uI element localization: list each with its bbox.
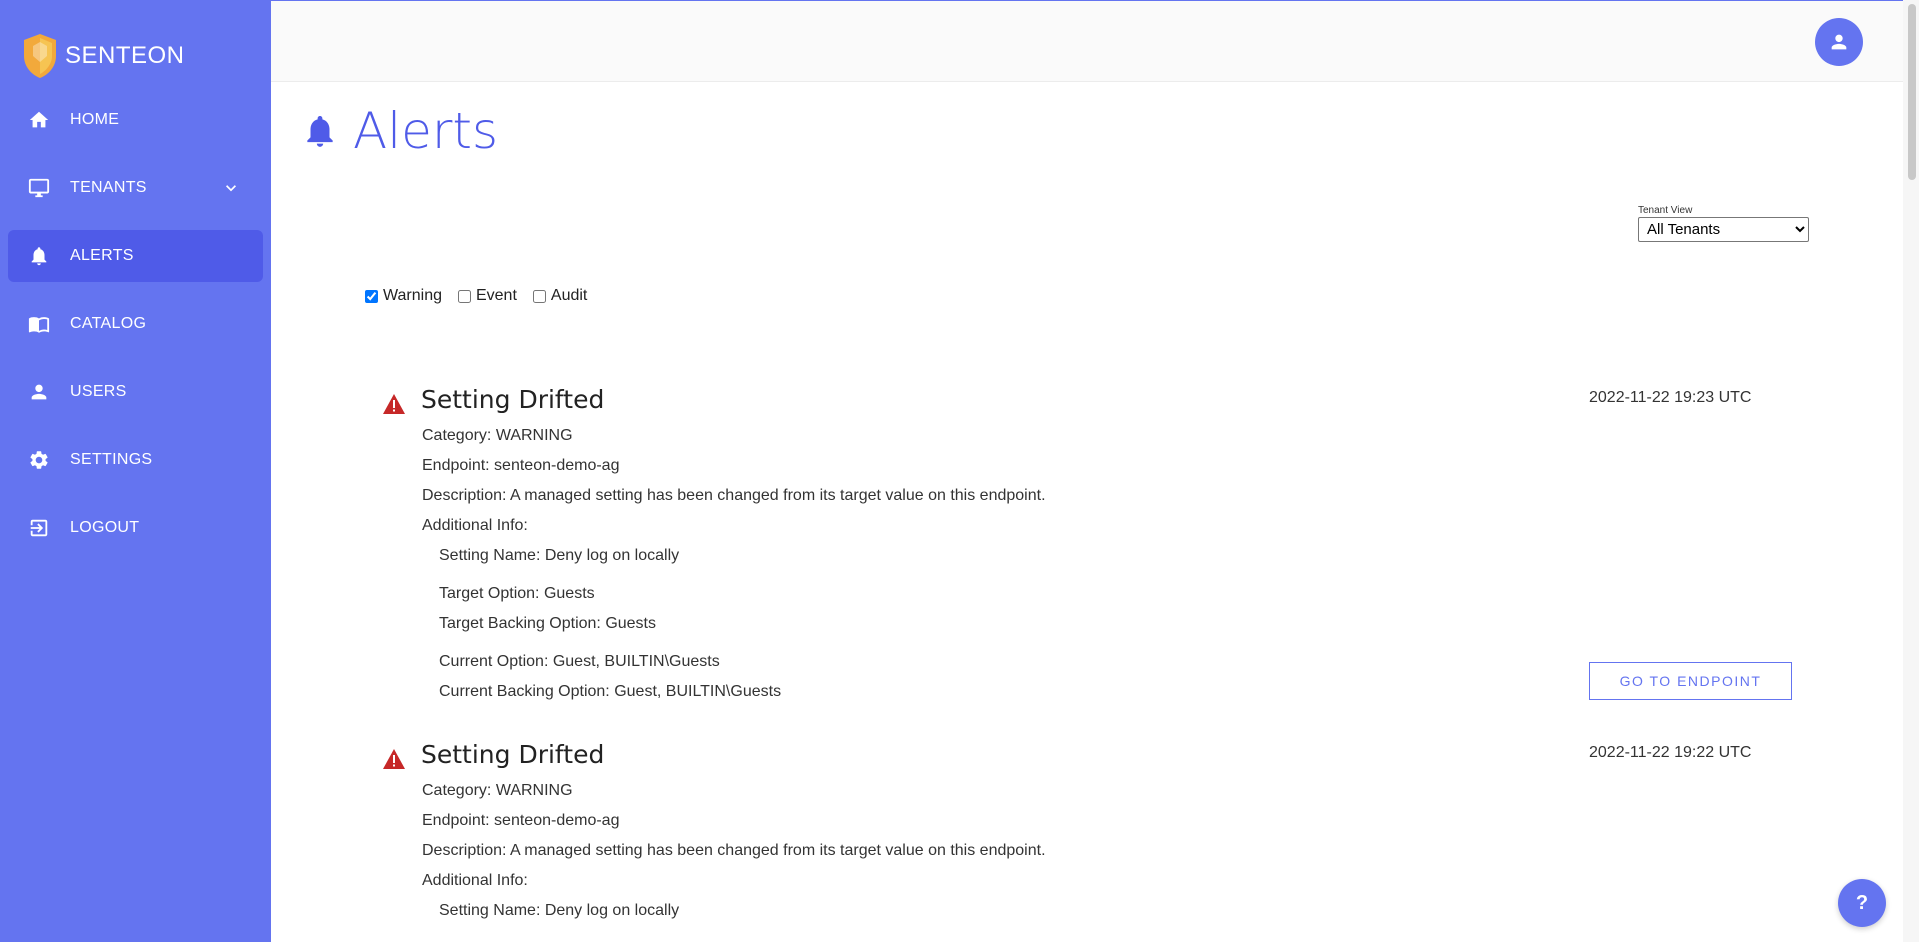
sidebar-item-logout[interactable]: LOGOUT <box>8 502 263 554</box>
warning-icon <box>382 393 406 415</box>
sidebar-item-label: LOGOUT <box>70 519 140 536</box>
alert-current-option: Current Option: Guest, BUILTIN\Guests <box>439 653 720 670</box>
tenant-view-label: Tenant View <box>1638 205 1693 216</box>
monitor-icon <box>27 176 51 200</box>
tenant-view-select[interactable]: All Tenants <box>1638 217 1809 242</box>
warning-checkbox[interactable] <box>365 289 378 303</box>
filter-label: Audit <box>550 287 588 304</box>
logout-icon <box>27 516 51 540</box>
event-checkbox[interactable] <box>457 289 471 303</box>
bell-icon <box>27 244 51 268</box>
user-icon <box>1831 34 1847 50</box>
alert-setting-name: Setting Name: Deny log on locally <box>439 902 680 919</box>
audit-checkbox[interactable] <box>532 289 546 303</box>
scrollbar-thumb[interactable] <box>1908 4 1916 180</box>
warning-icon <box>382 748 406 770</box>
alert-title: Setting Drifted <box>421 385 605 414</box>
page-scrollbar[interactable] <box>1903 0 1919 942</box>
sidebar-item-users[interactable]: USERS <box>8 366 263 418</box>
gear-icon <box>27 448 51 472</box>
help-button[interactable]: ? <box>1838 879 1886 927</box>
alert-card: Setting Drifted 2022-11-22 19:22 UTC Cat… <box>382 740 1802 940</box>
top-bar <box>271 0 1903 82</box>
user-avatar-button[interactable] <box>1815 18 1863 66</box>
sidebar: SENTEON HOME TENANTS ALERTS CATALOG USER… <box>0 0 271 942</box>
user-icon <box>27 380 51 404</box>
sidebar-item-label: HOME <box>70 111 120 128</box>
sidebar-item-home[interactable]: HOME <box>8 94 263 146</box>
alert-additional-info: Additional Info: <box>422 517 528 534</box>
filter-warning[interactable]: Warning <box>365 287 442 305</box>
brand-name: SENTEON <box>65 42 185 69</box>
page-title-text: Alerts <box>353 102 499 160</box>
sidebar-item-label: TENANTS <box>70 179 147 196</box>
chevron-down-icon[interactable] <box>221 178 241 198</box>
alert-title: Setting Drifted <box>421 740 605 769</box>
alert-endpoint: Endpoint: senteon-demo-ag <box>422 812 620 829</box>
alert-target-option: Target Option: Guests <box>439 585 595 602</box>
alert-endpoint: Endpoint: senteon-demo-ag <box>422 457 620 474</box>
alert-timestamp: 2022-11-22 19:23 UTC <box>1589 389 1752 406</box>
senteon-logo-icon <box>24 34 56 78</box>
tenant-view: Tenant View All Tenants <box>1638 205 1809 242</box>
alert-target-backing: Target Backing Option: Guests <box>439 615 656 632</box>
home-icon <box>27 108 51 132</box>
filter-label: Warning <box>383 287 442 304</box>
alert-category: Category: WARNING <box>422 427 573 444</box>
alert-current-backing: Current Backing Option: Guest, BUILTIN\G… <box>439 683 782 700</box>
main-content: Alerts Tenant View All Tenants Warning E… <box>271 82 1903 942</box>
sidebar-item-alerts[interactable]: ALERTS <box>8 230 263 282</box>
filter-audit[interactable]: Audit <box>532 287 588 305</box>
alert-timestamp: 2022-11-22 19:22 UTC <box>1589 744 1752 761</box>
sidebar-item-label: USERS <box>70 383 127 400</box>
sidebar-item-label: CATALOG <box>70 315 147 332</box>
filter-event[interactable]: Event <box>457 287 517 305</box>
filter-label: Event <box>475 287 517 304</box>
alert-additional-info: Additional Info: <box>422 872 528 889</box>
sidebar-item-label: SETTINGS <box>70 451 153 468</box>
bell-icon <box>307 115 333 147</box>
alert-category: Category: WARNING <box>422 782 573 799</box>
alert-description: Description: A managed setting has been … <box>422 842 1046 859</box>
book-icon <box>27 312 51 336</box>
sidebar-item-catalog[interactable]: CATALOG <box>8 298 263 350</box>
alert-setting-name: Setting Name: Deny log on locally <box>439 547 680 564</box>
alert-card: Setting Drifted 2022-11-22 19:23 UTC Cat… <box>382 385 1802 725</box>
sidebar-item-settings[interactable]: SETTINGS <box>8 434 263 486</box>
sidebar-item-tenants[interactable]: TENANTS <box>8 162 263 214</box>
brand[interactable]: SENTEON <box>21 32 185 80</box>
page-title: Alerts <box>301 102 498 160</box>
alert-filters: Warning Event Audit <box>365 287 603 305</box>
sidebar-item-label: ALERTS <box>70 247 134 264</box>
go-to-endpoint-button[interactable]: GO TO ENDPOINT <box>1589 662 1792 700</box>
alert-description: Description: A managed setting has been … <box>422 487 1046 504</box>
sidebar-nav: HOME TENANTS ALERTS CATALOG USERS SETTIN… <box>0 94 271 570</box>
